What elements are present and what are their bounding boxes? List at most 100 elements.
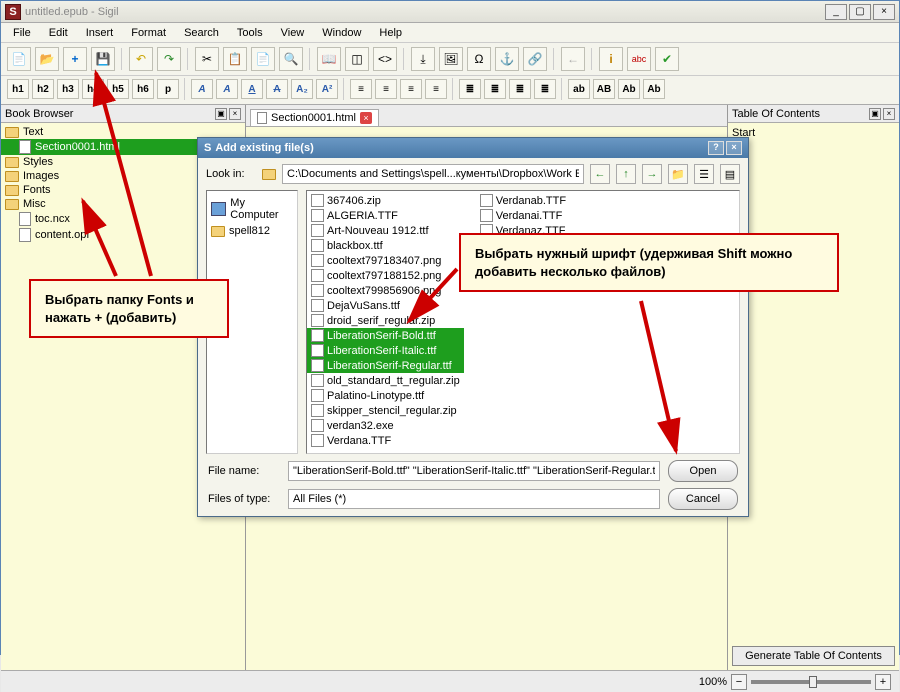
anchor-icon[interactable]: ⚓: [495, 47, 519, 71]
indent-right-icon[interactable]: ≣: [534, 79, 556, 99]
menu-format[interactable]: Format: [123, 25, 174, 41]
menu-search[interactable]: Search: [176, 25, 227, 41]
file-item[interactable]: LiberationSerif-Regular.ttf: [307, 358, 464, 373]
tab-section[interactable]: Section0001.html ×: [250, 109, 379, 126]
panel-float-icon[interactable]: ▣: [215, 108, 227, 120]
validate-icon[interactable]: ✔: [655, 47, 679, 71]
paste-icon[interactable]: 📄: [251, 47, 275, 71]
file-item[interactable]: cooltext797188152.png: [307, 268, 464, 283]
heading-h3[interactable]: h3: [57, 79, 79, 99]
open-icon[interactable]: 📂: [35, 47, 59, 71]
file-item[interactable]: cooltext797183407.png: [307, 253, 464, 268]
code-view-icon[interactable]: <>: [373, 47, 397, 71]
menu-file[interactable]: File: [5, 25, 39, 41]
menu-edit[interactable]: Edit: [41, 25, 76, 41]
spellcheck-icon[interactable]: abc: [627, 47, 651, 71]
split-view-icon[interactable]: ◫: [345, 47, 369, 71]
file-name-input[interactable]: [288, 461, 660, 481]
back-icon[interactable]: ←: [590, 164, 610, 184]
place-user[interactable]: spell812: [211, 223, 293, 239]
minimize-button[interactable]: _: [825, 4, 847, 20]
zoom-in-button[interactable]: +: [875, 674, 891, 690]
file-item[interactable]: droid_serif_regular.zip: [307, 313, 464, 328]
bold-icon[interactable]: A: [191, 79, 213, 99]
heading-h2[interactable]: h2: [32, 79, 54, 99]
menu-tools[interactable]: Tools: [229, 25, 271, 41]
file-item[interactable]: DejaVuSans.ttf: [307, 298, 464, 313]
heading-h4[interactable]: h4: [82, 79, 104, 99]
lowercase-icon[interactable]: ab: [568, 79, 590, 99]
heading-h5[interactable]: h5: [107, 79, 129, 99]
back-icon[interactable]: ←: [561, 47, 585, 71]
redo-icon[interactable]: ↷: [157, 47, 181, 71]
copy-icon[interactable]: 📋: [223, 47, 247, 71]
maximize-button[interactable]: ▢: [849, 4, 871, 20]
file-item[interactable]: Verdana.TTF: [307, 433, 464, 448]
menu-help[interactable]: Help: [371, 25, 410, 41]
undo-icon[interactable]: ↶: [129, 47, 153, 71]
strike-icon[interactable]: A: [266, 79, 288, 99]
up-icon[interactable]: ↑: [616, 164, 636, 184]
cut-icon[interactable]: ✂: [195, 47, 219, 71]
close-button[interactable]: ×: [873, 4, 895, 20]
align-justify-icon[interactable]: ≡: [425, 79, 447, 99]
italic-icon[interactable]: A: [216, 79, 238, 99]
file-item[interactable]: verdan32.exe: [307, 418, 464, 433]
menu-view[interactable]: View: [273, 25, 313, 41]
image-icon[interactable]: 🖼: [439, 47, 463, 71]
link-icon[interactable]: 🔗: [523, 47, 547, 71]
add-icon[interactable]: +: [63, 47, 87, 71]
place-my-computer[interactable]: My Computer: [211, 195, 293, 223]
dialog-close-icon[interactable]: ×: [726, 141, 742, 155]
file-list[interactable]: 367406.zipALGERIA.TTFArt-Nouveau 1912.tt…: [306, 190, 740, 454]
open-button[interactable]: Open: [668, 460, 738, 482]
dialog-help-icon[interactable]: ?: [708, 141, 724, 155]
file-item[interactable]: Verdanab.TTF: [476, 193, 570, 208]
file-item[interactable]: Verdanai.TTF: [476, 208, 570, 223]
tab-close-icon[interactable]: ×: [360, 112, 372, 124]
cancel-button[interactable]: Cancel: [668, 488, 738, 510]
heading-p[interactable]: p: [157, 79, 179, 99]
file-item[interactable]: Art-Nouveau 1912.ttf: [307, 223, 464, 238]
zoom-out-button[interactable]: −: [731, 674, 747, 690]
panel-close-icon[interactable]: ×: [883, 108, 895, 120]
generate-toc-button[interactable]: Generate Table Of Contents: [732, 646, 895, 666]
file-item[interactable]: blackbox.ttf: [307, 238, 464, 253]
file-item[interactable]: skipper_stencil_regular.zip: [307, 403, 464, 418]
file-item[interactable]: LiberationSerif-Italic.ttf: [307, 343, 464, 358]
char-icon[interactable]: Ω: [467, 47, 491, 71]
align-center-icon[interactable]: ≡: [375, 79, 397, 99]
detail-view-icon[interactable]: ▤: [720, 164, 740, 184]
file-item[interactable]: Palatino-Linotype.ttf: [307, 388, 464, 403]
panel-close-icon[interactable]: ×: [229, 108, 241, 120]
superscript-icon[interactable]: A²: [316, 79, 338, 99]
zoom-slider[interactable]: [751, 680, 871, 684]
titlecase-icon[interactable]: Ab: [618, 79, 640, 99]
menu-insert[interactable]: Insert: [78, 25, 122, 41]
underline-icon[interactable]: A: [241, 79, 263, 99]
uppercase-icon[interactable]: AB: [593, 79, 615, 99]
book-view-icon[interactable]: 📖: [317, 47, 341, 71]
indent-left-icon[interactable]: ≣: [509, 79, 531, 99]
heading-h1[interactable]: h1: [7, 79, 29, 99]
align-right-icon[interactable]: ≡: [400, 79, 422, 99]
align-left-icon[interactable]: ≡: [350, 79, 372, 99]
heading-h6[interactable]: h6: [132, 79, 154, 99]
file-item[interactable]: 367406.zip: [307, 193, 464, 208]
save-icon[interactable]: 💾: [91, 47, 115, 71]
find-icon[interactable]: 🔍: [279, 47, 303, 71]
file-item[interactable]: ALGERIA.TTF: [307, 208, 464, 223]
new-folder-icon[interactable]: 📁: [668, 164, 688, 184]
metadata-icon[interactable]: i: [599, 47, 623, 71]
file-item[interactable]: cooltext799856906.png: [307, 283, 464, 298]
forward-icon[interactable]: →: [642, 164, 662, 184]
panel-float-icon[interactable]: ▣: [869, 108, 881, 120]
look-in-path[interactable]: [282, 164, 584, 184]
subscript-icon[interactable]: A₂: [291, 79, 313, 99]
list-bullet-icon[interactable]: ≣: [459, 79, 481, 99]
capitalize-icon[interactable]: Ab: [643, 79, 665, 99]
file-item[interactable]: old_standard_tt_regular.zip: [307, 373, 464, 388]
list-view-icon[interactable]: ☰: [694, 164, 714, 184]
menu-window[interactable]: Window: [314, 25, 369, 41]
files-of-type-select[interactable]: [288, 489, 660, 509]
